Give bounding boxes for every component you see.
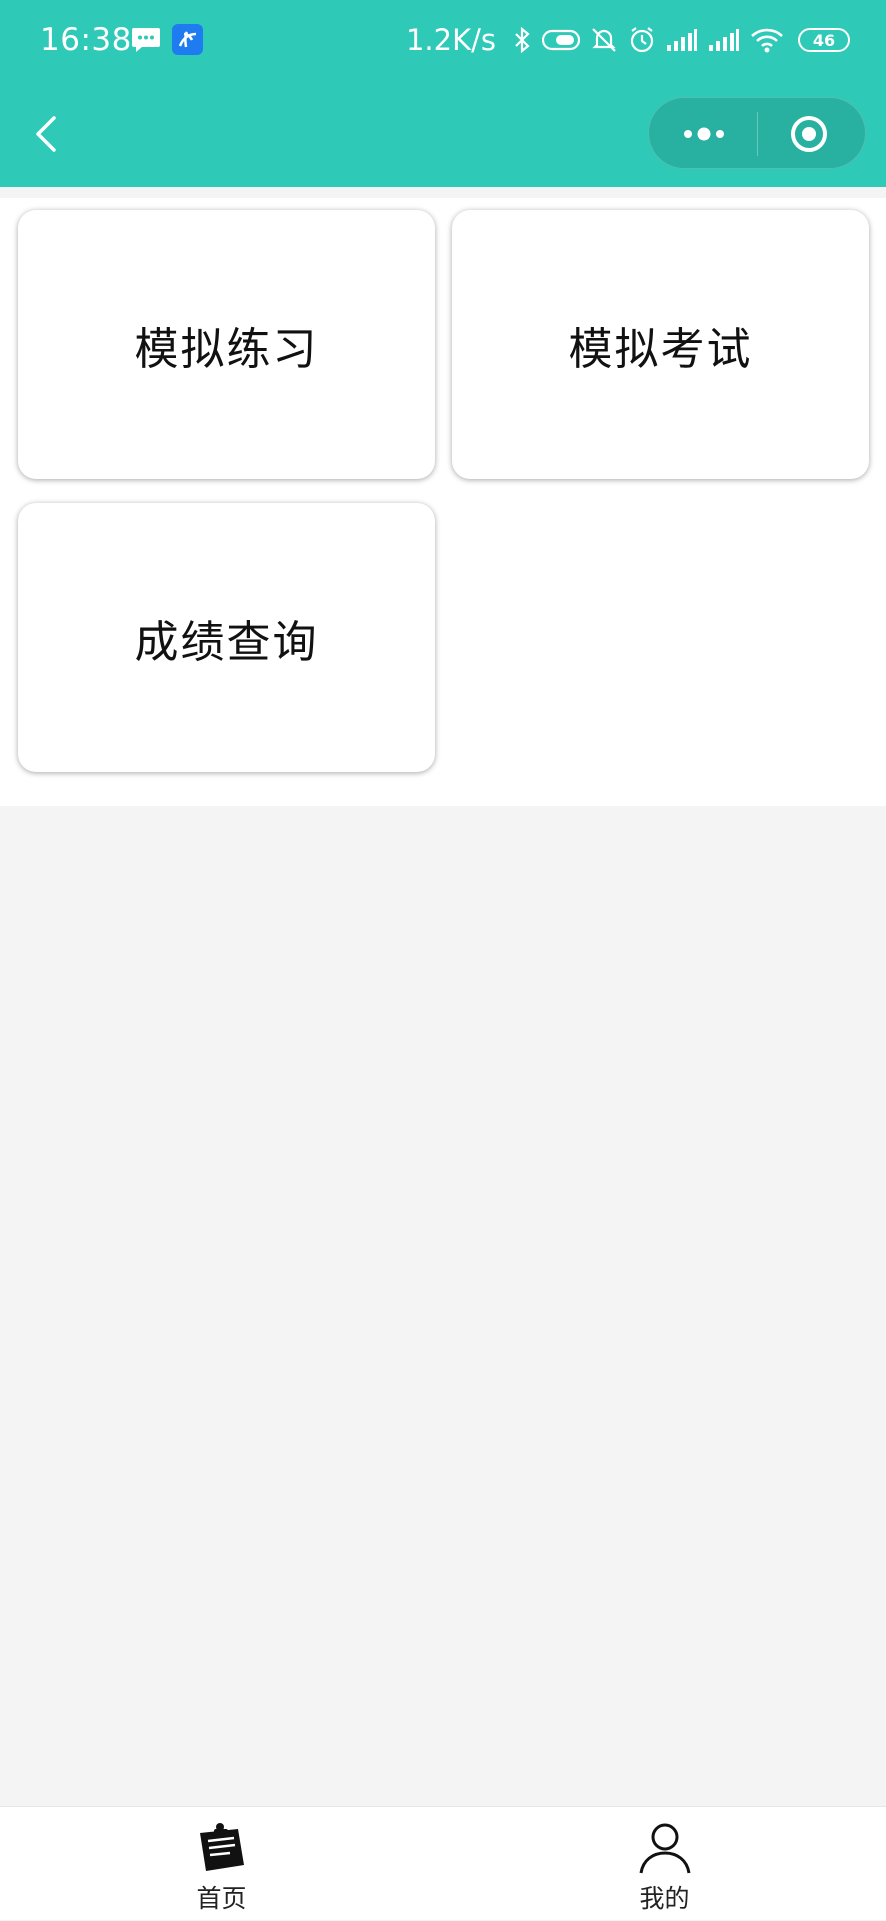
wifi-icon — [751, 28, 783, 53]
score-query-card[interactable]: 成绩查询 — [18, 503, 435, 772]
tab-mine-label: 我的 — [639, 1884, 690, 1913]
bluetooth-icon — [515, 27, 530, 53]
practice-card[interactable]: 模拟练习 — [18, 210, 435, 479]
tab-home-label: 首页 — [196, 1884, 247, 1913]
alarm-icon — [630, 27, 654, 53]
mute-icon — [592, 28, 616, 52]
signal-icon — [667, 29, 697, 51]
status-right: 1.2K/s 46 — [406, 20, 850, 60]
signal-icon — [709, 29, 739, 51]
status-bar: 16:38 1.2K/s 46 — [0, 0, 886, 80]
back-arrow-icon[interactable] — [28, 106, 68, 162]
tab-bar: 首页 我的 — [0, 1806, 886, 1920]
exam-card[interactable]: 模拟考试 — [452, 210, 869, 479]
capsule-divider — [757, 112, 758, 156]
status-time: 16:38 — [40, 22, 132, 58]
menu-grid: 模拟练习 模拟考试 成绩查询 — [0, 198, 886, 806]
close-target-icon[interactable] — [789, 114, 829, 154]
message-icon — [132, 28, 160, 52]
network-speed: 1.2K/s — [405, 23, 496, 57]
battery-icon: 46 — [798, 28, 850, 52]
user-icon — [639, 1823, 690, 1874]
more-dots-icon[interactable] — [679, 114, 729, 154]
nav-bar — [0, 80, 886, 187]
toggle-icon — [542, 29, 580, 51]
app-notification-icon — [172, 24, 203, 55]
tab-home[interactable]: 首页 — [0, 1807, 443, 1921]
tab-mine[interactable]: 我的 — [443, 1807, 886, 1921]
home-clipboard-icon — [199, 1823, 244, 1871]
mini-program-capsule — [648, 97, 866, 169]
